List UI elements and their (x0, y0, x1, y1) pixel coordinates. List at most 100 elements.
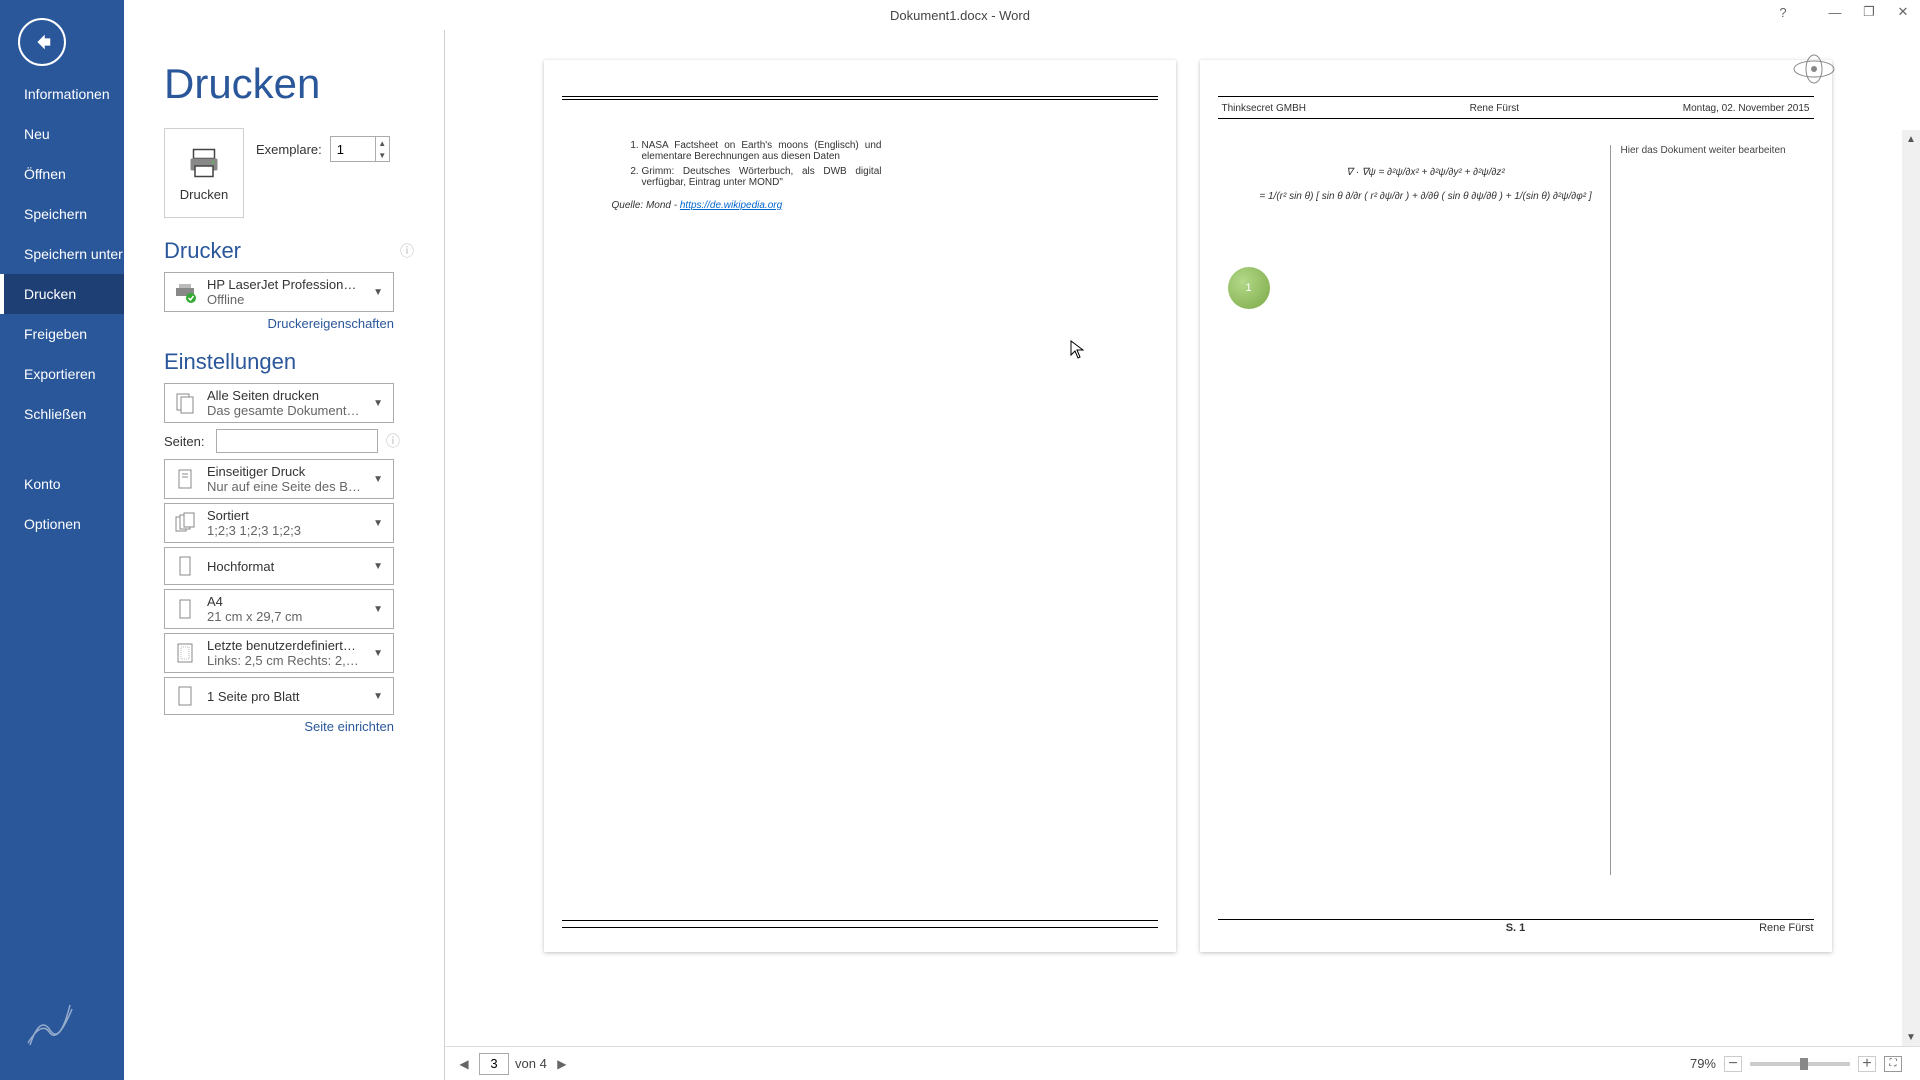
sidebar-item-label: Speichern (24, 206, 87, 222)
collate-dropdown[interactable]: Sortiert 1;2;3 1;2;3 1;2;3 ▼ (164, 503, 394, 543)
printer-status-icon (171, 278, 199, 306)
chevron-down-icon: ▼ (369, 398, 387, 409)
preview-page-1: Thinksecret GMBH Rene Fürst Montag, 02. … (1200, 60, 1832, 952)
chevron-down-icon: ▼ (369, 648, 387, 659)
window-title: Dokument1.docx - Word (890, 8, 1030, 23)
sidebar-item-share[interactable]: Freigeben (0, 314, 124, 354)
pages-info-icon[interactable]: ⓘ (386, 431, 400, 451)
printer-properties-link[interactable]: Druckereigenschaften (164, 316, 394, 331)
sidebar-item-account[interactable]: Konto (0, 464, 124, 504)
print-range-dropdown[interactable]: Alle Seiten drucken Das gesamte Dokument… (164, 383, 394, 423)
sidebar-item-print[interactable]: Drucken (0, 274, 124, 314)
sidebar-item-export[interactable]: Exportieren (0, 354, 124, 394)
sidebar-item-label: Drucken (24, 286, 76, 302)
close-icon[interactable]: ✕ (1886, 0, 1920, 24)
header-logo-icon (1792, 54, 1836, 84)
source-prefix: Quelle: Mond - (612, 200, 680, 211)
header-company: Thinksecret GMBH (1222, 103, 1306, 114)
sidebar-item-label: Öffnen (24, 166, 66, 182)
pagespersheet-icon (171, 682, 199, 710)
copies-up-icon[interactable]: ▲ (376, 137, 389, 149)
prev-page-button[interactable]: ◀ (455, 1057, 473, 1071)
sidebar-item-new[interactable]: Neu (0, 114, 124, 154)
zoom-out-button[interactable]: − (1724, 1056, 1742, 1072)
print-button[interactable]: Drucken (164, 128, 244, 218)
printer-heading: Drucker (164, 238, 241, 264)
settings-heading: Einstellungen (164, 349, 296, 375)
help-icon[interactable]: ? (1766, 0, 1800, 24)
margins-l1: Letzte benutzerdefinierte Sei… (207, 638, 361, 653)
papersize-l2: 21 cm x 29,7 cm (207, 609, 361, 624)
restore-icon[interactable]: ❐ (1852, 0, 1886, 24)
papersize-dropdown[interactable]: A4 21 cm x 29,7 cm ▼ (164, 589, 394, 629)
footer-page-number: S. 1 (1506, 922, 1526, 934)
sidebar-item-saveas[interactable]: Speichern unter (0, 234, 124, 274)
print-button-label: Drucken (180, 187, 228, 202)
copies-input[interactable] (331, 137, 375, 161)
sidebar-item-info[interactable]: Informationen (0, 74, 124, 114)
printer-info-icon[interactable]: ⓘ (400, 241, 414, 261)
preview-scrollbar[interactable]: ▲ ▼ (1902, 130, 1920, 1046)
oneside-l2: Nur auf eine Seite des Blatts… (207, 479, 361, 494)
portrait-icon (171, 552, 199, 580)
sidebar-item-label: Freigeben (24, 326, 87, 342)
sidebar-item-label: Informationen (24, 86, 110, 102)
chevron-down-icon: ▼ (369, 604, 387, 615)
zoom-fit-button[interactable]: ⛶ (1884, 1056, 1902, 1072)
scroll-up-icon[interactable]: ▲ (1902, 130, 1920, 148)
printer-dropdown[interactable]: HP LaserJet Professional CP… Offline ▼ (164, 272, 394, 312)
papersize-icon (171, 595, 199, 623)
sidebar-item-open[interactable]: Öffnen (0, 154, 124, 194)
zoom-in-button[interactable]: + (1858, 1056, 1876, 1072)
pages-input[interactable] (216, 429, 378, 453)
page-title: Drucken (164, 60, 414, 108)
back-button[interactable] (18, 18, 66, 66)
printer-icon (186, 145, 222, 181)
pages-icon (171, 389, 199, 417)
annotation-badge: 1 (1228, 267, 1270, 309)
oneside-dropdown[interactable]: Einseitiger Druck Nur auf eine Seite des… (164, 459, 394, 499)
current-page-input[interactable] (479, 1053, 509, 1075)
sidebar-item-close[interactable]: Schließen (0, 394, 124, 434)
copies-spinner[interactable]: ▲ ▼ (330, 136, 390, 162)
app-logo-icon (0, 975, 124, 1080)
reference-item: NASA Factsheet on Earth's moons (Englisc… (642, 140, 882, 162)
header-date: Montag, 02. November 2015 (1683, 103, 1810, 114)
sidebar-item-options[interactable]: Optionen (0, 504, 124, 544)
collate-l1: Sortiert (207, 508, 361, 523)
chevron-down-icon: ▼ (369, 518, 387, 529)
pagespersheet-dropdown[interactable]: 1 Seite pro Blatt ▼ (164, 677, 394, 715)
zoom-value: 79% (1690, 1056, 1716, 1071)
zoom-slider[interactable] (1750, 1062, 1850, 1066)
preview-page-3: NASA Factsheet on Earth's moons (Englisc… (544, 60, 1176, 952)
orientation-l1: Hochformat (207, 559, 361, 574)
header-author: Rene Fürst (1470, 103, 1519, 114)
sidebar-item-label: Optionen (24, 516, 81, 532)
sidebar-item-label: Speichern unter (24, 246, 123, 262)
next-page-button[interactable]: ▶ (553, 1057, 571, 1071)
papersize-l1: A4 (207, 594, 361, 609)
sidebar-item-label: Schließen (24, 406, 86, 422)
sidebar-item-save[interactable]: Speichern (0, 194, 124, 234)
margin-note: Hier das Dokument weiter bearbeiten (1610, 145, 1810, 875)
orientation-dropdown[interactable]: Hochformat ▼ (164, 547, 394, 585)
oneside-l1: Einseitiger Druck (207, 464, 361, 479)
margins-dropdown[interactable]: Letzte benutzerdefinierte Sei… Links: 2,… (164, 633, 394, 673)
copies-down-icon[interactable]: ▼ (376, 149, 389, 161)
sidebar-item-label: Exportieren (24, 366, 96, 382)
chevron-down-icon: ▼ (369, 691, 387, 702)
total-pages-label: von 4 (515, 1056, 547, 1071)
sidebar-item-label: Neu (24, 126, 50, 142)
scroll-down-icon[interactable]: ▼ (1902, 1028, 1920, 1046)
print-range-l2: Das gesamte Dokument dru… (207, 403, 361, 418)
page-setup-link[interactable]: Seite einrichten (164, 719, 394, 734)
sidebar-item-label: Konto (24, 476, 61, 492)
source-link[interactable]: https://de.wikipedia.org (680, 200, 782, 211)
collate-icon (171, 509, 199, 537)
footer-author: Rene Fürst (1759, 922, 1813, 934)
minimize-icon[interactable]: — (1818, 0, 1852, 24)
reference-item: Grimm: Deutsches Wörterbuch, als DWB dig… (642, 166, 882, 188)
printer-name: HP LaserJet Professional CP… (207, 277, 361, 292)
pagespersheet-l1: 1 Seite pro Blatt (207, 689, 361, 704)
formula-line-2: = 1/(r² sin θ) [ sin θ ∂/∂r ( r² ∂ψ/∂r )… (1258, 189, 1594, 205)
